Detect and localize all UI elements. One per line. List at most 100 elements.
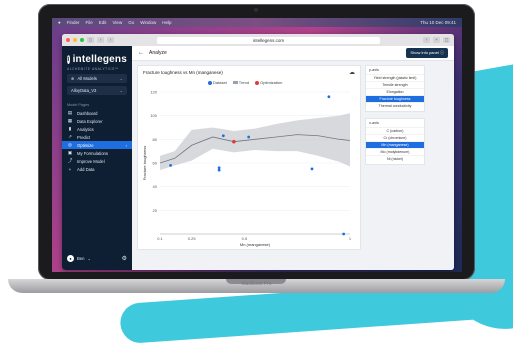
logo[interactable]: i intellegens [62, 46, 132, 67]
x-axis-option[interactable]: Mn (manganese) [366, 141, 424, 148]
menubar-item[interactable]: Window [140, 18, 156, 27]
avatar[interactable]: ● [67, 255, 74, 262]
browser-window: ▯ ‹ › intellegens.com ↑ + ▢ i intellegen… [62, 34, 454, 270]
share-icon[interactable]: ↑ [423, 37, 430, 43]
address-bar[interactable]: intellegens.com [157, 36, 380, 44]
x-axis-option[interactable]: Ni (nickel) [366, 155, 424, 162]
info-icon: ⓘ [440, 50, 444, 55]
y-tick-label: 60 [153, 161, 158, 166]
laptop-screen: ● Finder File Edit View Go Window Help T… [52, 18, 462, 272]
x-axis-header: x-axis [369, 121, 379, 125]
chevron-down-icon: ⌄ [87, 256, 91, 261]
dataset-point [247, 135, 251, 139]
add-data-icon: + [68, 166, 72, 172]
camera-icon [254, 8, 258, 12]
chevron-down-icon: ⌄ [119, 88, 123, 93]
sidebar-nav: ▤ Dashboard ▦ Data Explorer ▮ Analytics ↗ Predi… [62, 109, 132, 173]
model-selector[interactable]: ⊕ All Models ⌄ [67, 74, 127, 83]
chart-canvas[interactable]: 204060801001200.1 0.25 0.5 1Mn (manganese)F… [138, 66, 360, 249]
sidebar: i intellegens ALCHEMITE ANALYTICS™ ⊕ All… [62, 46, 132, 270]
sidebar-toggle-icon[interactable]: ▯ [87, 37, 94, 43]
page-title: Analyze [149, 50, 167, 56]
menubar-clock: Thu 10 Dec 09:41 [420, 20, 456, 25]
sidebar-item-label: Optimize [77, 142, 94, 148]
y-axis-header: y-axis [369, 68, 379, 72]
minimize-window-button[interactable] [73, 38, 77, 42]
y-axis-option[interactable]: Tensile strength [366, 81, 424, 88]
main-content: ← Analyze Show info panel ⓘ Fracture tou… [132, 46, 454, 270]
x-axis-option[interactable]: Cr (chromium) [366, 134, 424, 141]
back-nav-icon[interactable]: ‹ [97, 37, 104, 43]
sidebar-item-label: Data Explorer [77, 118, 103, 124]
sidebar-item-analytics[interactable]: ▮ Analytics [62, 125, 132, 133]
sidebar-item-predict[interactable]: ↗ Predict [62, 133, 132, 141]
logo-icon: i [67, 55, 70, 64]
product-tagline: ALCHEMITE ANALYTICS™ [67, 67, 119, 71]
show-info-panel-label: Show info panel [410, 50, 439, 55]
y-tick-label: 120 [150, 90, 157, 95]
x-tick-label: 0.25 [188, 236, 197, 241]
models-icon: ⊕ [71, 76, 75, 81]
sidebar-item-add-data[interactable]: + Add Data [62, 165, 132, 173]
dashboard-icon: ▤ [67, 110, 73, 115]
mac-menubar: ● Finder File Edit View Go Window Help T… [52, 18, 462, 27]
menubar-item[interactable]: Edit [99, 18, 107, 27]
back-arrow-icon[interactable]: ← [138, 50, 144, 56]
y-axis-option[interactable]: Thermal conductivity [366, 102, 424, 109]
trend-confidence-band [160, 113, 350, 171]
apple-icon[interactable]: ● [58, 18, 61, 27]
sidebar-item-my-formulations[interactable]: ▣ My Formulations [62, 149, 132, 157]
sidebar-item-improve-model[interactable]: ⤴ Improve Model [62, 157, 132, 165]
sidebar-item-optimize[interactable]: ◎ Optimize › [62, 141, 132, 149]
x-tick-label: 1 [349, 236, 352, 241]
dataset-point [310, 167, 314, 171]
close-window-button[interactable] [66, 38, 70, 42]
user-menu[interactable]: ● Ben ⌄ ⚙ [67, 255, 127, 262]
wand-icon: ↗ [68, 134, 72, 139]
sidebar-item-label: My Formulations [77, 150, 108, 156]
settings-gear-icon[interactable]: ⚙ [122, 255, 127, 262]
menubar-item[interactable]: Finder [67, 18, 80, 27]
target-icon: ◎ [68, 142, 72, 147]
x-axis-option[interactable]: Mo (molybdenum) [366, 148, 424, 155]
y-axis-option[interactable]: Elongation [366, 88, 424, 95]
forward-nav-icon[interactable]: › [107, 37, 114, 43]
flask-icon: ▣ [67, 150, 73, 155]
x-tick-label: 0.1 [157, 236, 163, 241]
device-label: MacBook Pro [241, 281, 272, 287]
menubar-item[interactable]: View [113, 18, 123, 27]
optimization-point [232, 139, 236, 144]
x-axis-label: Mn (manganese) [240, 242, 271, 247]
y-axis-option[interactable]: Yield strength (plastic limit) [366, 74, 424, 81]
dataset-point [217, 168, 221, 172]
sidebar-item-label: Analytics [77, 126, 94, 132]
user-name: Ben [77, 256, 85, 261]
y-axis-option[interactable]: Fracture toughness [366, 95, 424, 102]
sidebar-item-dashboard[interactable]: ▤ Dashboard [62, 109, 132, 117]
maximize-window-button[interactable] [80, 38, 84, 42]
desktop-wallpaper: ▯ ‹ › intellegens.com ↑ + ▢ i intellegen… [52, 27, 462, 272]
axis-selectors: y-axis Yield strength (plastic limit) Ten… [365, 65, 425, 171]
grid-icon: ▦ [67, 118, 73, 123]
bar-chart-icon: ▮ [68, 126, 72, 131]
sidebar-item-data-explorer[interactable]: ▦ Data Explorer [62, 117, 132, 125]
menubar-item[interactable]: Go [128, 18, 134, 27]
dataset-selector[interactable]: AlloyData_V3 ⌄ [67, 86, 127, 95]
sidebar-item-label: Add Data [77, 166, 95, 172]
show-info-panel-button[interactable]: Show info panel ⓘ [406, 48, 448, 58]
x-axis-option[interactable]: C (carbon) [366, 127, 424, 134]
logo-text: intellegens [72, 54, 127, 65]
dataset-point [327, 95, 331, 99]
y-tick-label: 20 [153, 208, 158, 213]
tabs-overview-icon[interactable]: ▢ [443, 37, 450, 43]
menubar-item[interactable]: File [85, 18, 92, 27]
chevron-right-icon: › [125, 142, 127, 148]
y-axis-label: Fracture toughness [142, 146, 147, 180]
page-header: ← Analyze Show info panel ⓘ [132, 46, 454, 61]
x-tick-label: 0.5 [242, 236, 248, 241]
sidebar-item-label: Predict [77, 134, 91, 140]
menubar-item[interactable]: Help [162, 18, 171, 27]
model-selector-value: All Models [77, 76, 97, 81]
chevron-down-icon: ⌄ [119, 76, 123, 81]
new-tab-icon[interactable]: + [433, 37, 440, 43]
